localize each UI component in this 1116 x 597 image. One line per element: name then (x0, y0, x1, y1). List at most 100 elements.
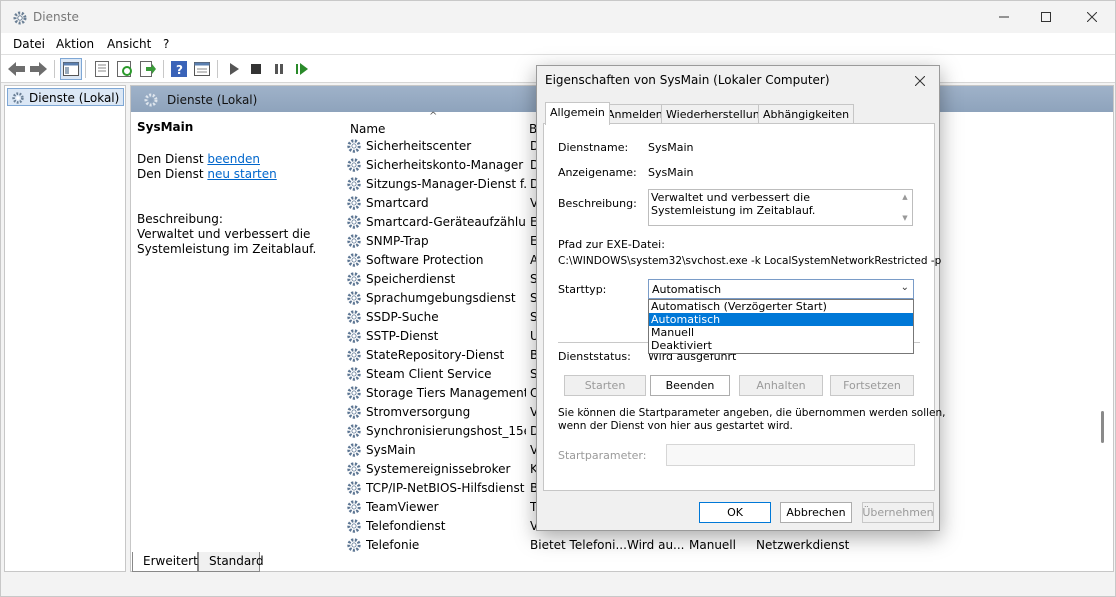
dialog-tabs: Allgemein Anmelden Wiederherstellung Abh… (543, 102, 935, 125)
tab-dependencies[interactable]: Abhängigkeiten (758, 104, 855, 124)
properties-icon (95, 61, 109, 77)
vertical-scrollbar[interactable] (1101, 411, 1104, 443)
service-name: Telefondienst (366, 519, 446, 533)
minimize-icon (999, 16, 1009, 18)
service-gear-icon (346, 385, 362, 401)
pause-button[interactable]: Anhalten (739, 375, 823, 396)
service-gear-icon (346, 233, 362, 249)
service-gear-icon (346, 366, 362, 382)
service-gear-icon (346, 252, 362, 268)
startup-option-delayed[interactable]: Automatisch (Verzögerter Start) (649, 300, 913, 313)
content-header-title: Dienste (Lokal) (167, 93, 258, 107)
service-gear-icon (346, 138, 362, 154)
chevron-down-icon: ⌄ (900, 282, 909, 293)
startup-type-combobox[interactable]: Automatisch ⌄ (648, 279, 914, 299)
service-name-label: Dienstname: (558, 141, 629, 154)
service-gear-icon (346, 347, 362, 363)
export-list-button[interactable] (137, 58, 159, 80)
menu-help[interactable]: ? (163, 37, 169, 51)
restart-service-line: Den Dienst neu starten (137, 167, 277, 181)
service-name: TCP/IP-NetBIOS-Hilfsdienst (366, 481, 525, 495)
restart-service-button[interactable] (291, 58, 313, 80)
startup-type-dropdown: Automatisch (Verzögerter Start) Automati… (648, 299, 914, 354)
tab-extended[interactable]: Erweitert (132, 552, 198, 572)
restart-icon (296, 63, 308, 75)
startup-option-disabled[interactable]: Deaktiviert (649, 339, 913, 352)
tab-standard[interactable]: Standard (198, 552, 264, 572)
description-field[interactable]: Verwaltet und verbessert die Systemleist… (648, 189, 913, 226)
refresh-button[interactable] (114, 58, 136, 80)
console-tree-icon (63, 62, 79, 76)
service-name: SNMP-Trap (366, 234, 429, 248)
start-params-info-line-1: Sie können die Startparameter angeben, d… (558, 407, 946, 419)
description-line-2: Systemleistung im Zeitablauf. (137, 242, 317, 256)
tab-recovery[interactable]: Wiederherstellung (661, 104, 772, 124)
view-button[interactable] (191, 58, 213, 80)
service-gear-icon (346, 423, 362, 439)
display-name-label: Anzeigename: (558, 166, 637, 179)
service-gear-icon (346, 290, 362, 306)
minimize-button[interactable] (981, 1, 1027, 33)
scroll-up-icon: ▲ (902, 193, 908, 201)
help-icon: ? (171, 61, 187, 77)
stop-button[interactable]: Beenden (650, 375, 730, 396)
pause-service-button[interactable] (268, 58, 290, 80)
service-name: StateRepository-Dienst (366, 348, 505, 362)
tab-general[interactable]: Allgemein (545, 102, 610, 125)
dialog-close-button[interactable] (907, 69, 933, 93)
service-gear-icon (346, 176, 362, 192)
service-gear-icon (346, 271, 362, 287)
dialog-title: Eigenschaften von SysMain (Lokaler Compu… (545, 73, 830, 87)
general-tab-page: Dienstname: SysMain Anzeigename: SysMain… (543, 123, 946, 491)
menu-datei[interactable]: Datei (13, 37, 45, 51)
service-name: Smartcard-Geräteaufzählun... (366, 215, 526, 229)
start-button[interactable]: Starten (564, 375, 646, 396)
service-name: SSDP-Suche (366, 310, 439, 324)
stop-service-prefix: Den Dienst (137, 152, 208, 166)
stop-service-link[interactable]: beenden (207, 152, 260, 166)
menu-ansicht[interactable]: Ansicht (107, 37, 151, 51)
service-gear-icon (346, 442, 362, 458)
selected-service-name: SysMain (137, 120, 194, 134)
maximize-button[interactable] (1023, 1, 1069, 33)
service-name: Systemereignissebroker (366, 462, 511, 476)
service-name: Synchronisierungshost_15e... (366, 424, 526, 438)
resume-button[interactable]: Fortsetzen (830, 375, 914, 396)
menu-aktion[interactable]: Aktion (56, 37, 94, 51)
stop-service-button[interactable] (245, 58, 267, 80)
forward-button[interactable] (28, 58, 50, 80)
startup-option-automatic[interactable]: Automatisch (649, 313, 913, 326)
ok-button[interactable]: OK (699, 502, 771, 523)
tree-item-services-local[interactable]: Dienste (Lokal) (7, 88, 125, 106)
start-params-input[interactable] (666, 444, 915, 466)
startup-option-manual[interactable]: Manuell (649, 326, 913, 339)
console-tree-button[interactable] (60, 58, 82, 80)
service-gear-icon (346, 157, 362, 173)
view-icon (194, 62, 210, 76)
close-button[interactable] (1069, 1, 1115, 33)
cancel-button[interactable]: Abbrechen (780, 502, 852, 523)
restart-service-link[interactable]: neu starten (207, 167, 276, 181)
toolbar-separator (85, 60, 86, 78)
start-params-info-line-2: wenn der Dienst von hier aus gestartet w… (558, 420, 793, 432)
description-text: Verwaltet und verbessert die Systemleist… (651, 191, 816, 217)
properties-button[interactable] (91, 58, 113, 80)
apply-button[interactable]: Übernehmen (862, 502, 934, 523)
description-scrollbar[interactable]: ▲ ▼ (899, 191, 911, 224)
pause-icon (275, 64, 283, 74)
service-gear-icon (346, 214, 362, 230)
tab-logon[interactable]: Anmelden (602, 104, 668, 124)
console-tree: Dienste (Lokal) (4, 85, 126, 572)
back-button[interactable] (6, 58, 28, 80)
services-gear-icon (144, 93, 158, 107)
service-gear-icon (346, 518, 362, 534)
service-name: Sprachumgebungsdienst (366, 291, 516, 305)
service-gear-icon (346, 461, 362, 477)
help-button[interactable]: ? (168, 58, 190, 80)
start-params-label: Startparameter: (558, 449, 647, 462)
service-name: Speicherdienst (366, 272, 456, 286)
start-service-button[interactable] (223, 58, 245, 80)
column-header-name[interactable]: Name (350, 122, 385, 136)
service-name: Steam Client Service (366, 367, 492, 381)
close-icon (1087, 12, 1097, 22)
